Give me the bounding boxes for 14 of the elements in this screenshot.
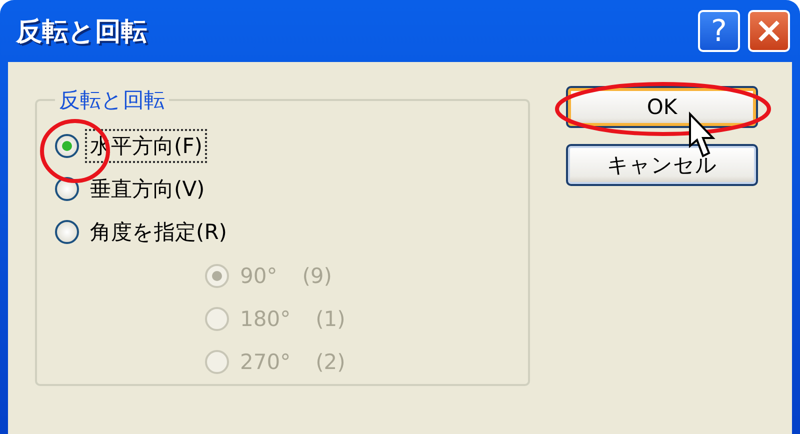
window-title: 反転と回転 (16, 16, 148, 48)
close-button[interactable] (748, 10, 790, 52)
group-title: 反転と回転 (58, 87, 166, 114)
radio-button[interactable] (55, 134, 79, 158)
cancel-button[interactable]: キャンセル (566, 144, 758, 186)
access-key: (2) (316, 350, 346, 374)
help-button[interactable]: ? (698, 10, 740, 52)
close-icon (757, 19, 781, 43)
access-key: (9) (302, 264, 332, 288)
access-key: (1) (316, 306, 346, 331)
radio-label[interactable]: 角度を指定(R) (85, 215, 232, 250)
ok-button[interactable]: OK (566, 86, 758, 128)
radio-button[interactable] (55, 220, 79, 244)
radio-label[interactable]: 垂直方向(V) (85, 172, 210, 206)
